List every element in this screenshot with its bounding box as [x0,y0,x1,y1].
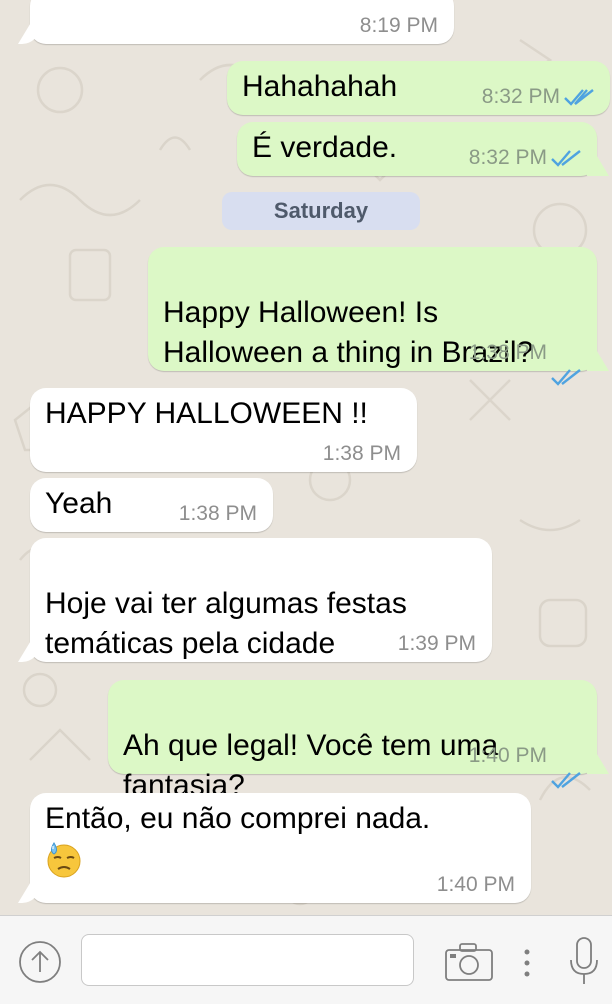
read-receipt-icon [551,746,583,789]
message-text: É verdade. [252,131,398,164]
message-meta: 1:40 PM [468,744,583,789]
downcast-face-with-sweat-icon [45,841,83,879]
message-text: Yeah [45,487,113,520]
read-receipt-icon [564,87,596,107]
message-time: 1:38 PM [178,502,257,525]
message-text: Hoje vai ter algumas festas temáticas pe… [45,587,407,660]
message-bubble-incoming[interactable]: Yeah 1:38 PM [30,478,273,532]
message-time: 8:19 PM [359,14,438,37]
message-meta: 1:40 PM [437,873,515,897]
more-dots-icon[interactable] [520,946,534,980]
message-time: 1:40 PM [468,744,547,767]
message-bubble-incoming[interactable]: HAPPY HALLOWEEN !! 1:38 PM [30,388,417,472]
message-time: 8:32 PM [468,146,547,169]
message-meta: 8:19 PM [360,14,438,38]
message-time: 8:32 PM [481,85,560,108]
message-bubble-outgoing[interactable]: É verdade. 8:32 PM [237,122,597,176]
message-meta: 1:38 PM [468,341,583,386]
message-meta: 8:32 PM [482,85,596,109]
message-input[interactable] [81,934,414,986]
read-receipt-icon [551,343,583,386]
message-text: Hahahahah [242,70,398,103]
camera-icon[interactable] [444,942,494,982]
date-separator: Saturday [222,192,420,230]
read-receipt-icon [551,148,583,168]
message-bubble-incoming[interactable]: Então, eu não comprei nada. 1:40 PM [30,793,531,903]
message-meta: 1:38 PM [179,502,257,526]
message-time: 1:38 PM [322,442,401,465]
message-text: Então, eu não comprei nada. [45,802,431,835]
message-bubble-incoming[interactable]: Hoje vai ter algumas festas temáticas pe… [30,538,492,662]
message-time: 1:39 PM [397,632,476,655]
message-bubble-incoming[interactable]: 8:19 PM [30,0,454,44]
message-bubble-outgoing[interactable]: Hahahahah 8:32 PM [227,61,610,115]
message-text: HAPPY HALLOWEEN !! [45,397,368,430]
message-time: 1:40 PM [436,873,515,896]
upload-arrow-icon[interactable] [18,940,62,984]
message-time: 1:38 PM [468,341,547,364]
message-bubble-outgoing[interactable]: Happy Halloween! Is Halloween a thing in… [148,247,597,386]
message-meta: 1:38 PM [323,442,401,466]
microphone-icon[interactable] [567,936,601,988]
message-input-bar [0,915,612,1004]
message-meta: 1:39 PM [398,632,476,656]
message-bubble-outgoing[interactable]: Ah que legal! Você tem uma fantasia? 1:4… [108,680,597,802]
message-meta: 8:32 PM [469,146,583,170]
